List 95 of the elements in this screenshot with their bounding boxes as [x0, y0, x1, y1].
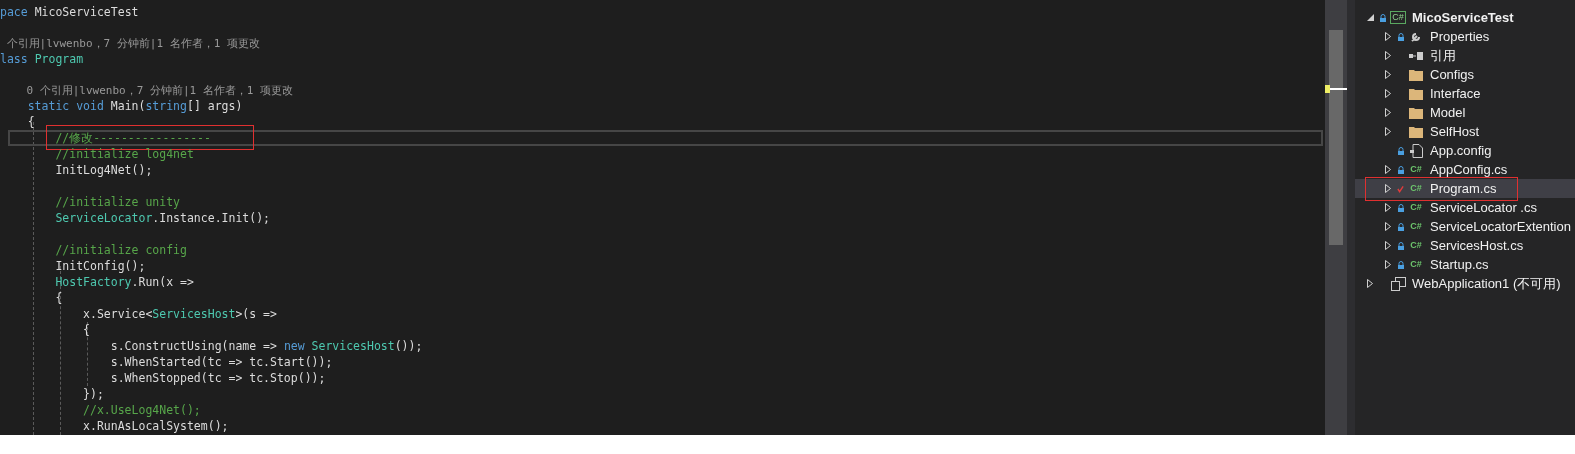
tree-item[interactable]: C# ServicesHost.cs [1355, 236, 1575, 255]
code-line: //initialize log4net [54, 146, 194, 162]
expanded-arrow-icon[interactable] [1366, 14, 1374, 21]
code-line: s.ConstructUsing(name => new ServicesHost()); [109, 338, 423, 354]
tree-item-label: ServicesHost.cs [1430, 236, 1524, 255]
code-line: }); [82, 386, 104, 402]
code-line: InitLog4Net(); [54, 162, 153, 178]
code-line: { [26, 114, 35, 130]
code-line: pace MicoServiceTest [0, 4, 139, 20]
tree-item[interactable]: C# ServiceLocatorExtention [1355, 217, 1575, 236]
tree-item-label: AppConfig.cs [1430, 160, 1508, 179]
tree-item-label: MicoServiceTest [1412, 8, 1514, 27]
collapsed-arrow-icon[interactable] [1385, 32, 1391, 41]
code-line: static void Main(string[] args) [26, 98, 243, 114]
csharp-file-icon: C# [1410, 221, 1422, 232]
csharp-file-icon: C# [1410, 259, 1422, 270]
collapsed-arrow-icon[interactable] [1385, 70, 1391, 79]
tree-item-label: ServiceLocator .cs [1430, 198, 1537, 217]
code-line: x.RunAsLocalSystem(); [82, 418, 229, 434]
tree-item-label: SelfHost [1430, 122, 1480, 141]
collapsed-arrow-icon[interactable] [1385, 89, 1391, 98]
codelens-info: 0 个引用|lvwenbo，7 分钟前|1 名作者，1 项更改 [25, 82, 294, 99]
tree-item-label: Program.cs [1430, 179, 1497, 198]
code-line: //修改----------------- [54, 130, 211, 146]
folder-icon [1409, 87, 1423, 100]
tree-item-label: 引用 [1430, 46, 1456, 65]
tree-item[interactable]: C# Program.cs [1355, 179, 1575, 198]
collapsed-arrow-icon[interactable] [1367, 279, 1373, 288]
collapsed-arrow-icon[interactable] [1385, 222, 1391, 231]
code-line: s.WhenStarted(tc => tc.Start()); [109, 354, 333, 370]
tree-item-label: App.config [1430, 141, 1492, 160]
tree-item[interactable]: SelfHost [1355, 122, 1575, 141]
tree-item-label: Configs [1430, 65, 1475, 84]
code-line: { [54, 290, 63, 306]
folder-icon [1409, 106, 1423, 119]
collapsed-arrow-icon[interactable] [1385, 184, 1391, 193]
checkmark-icon [1397, 184, 1404, 193]
folder-icon [1409, 68, 1423, 81]
tree-item[interactable]: Properties [1355, 27, 1575, 46]
code-line: { [82, 322, 90, 338]
tree-item-label: Model [1430, 103, 1466, 122]
folder-icon [1409, 125, 1423, 138]
config-file-icon [1409, 143, 1423, 158]
csharp-file-icon: C# [1410, 164, 1422, 175]
lock-icon [1397, 203, 1404, 212]
tree-item[interactable]: C# AppConfig.cs [1355, 160, 1575, 179]
lock-icon [1397, 165, 1404, 174]
lock-icon [1397, 222, 1404, 231]
tree-item[interactable]: C# ServiceLocator .cs [1355, 198, 1575, 217]
lock-icon [1379, 13, 1386, 22]
scrollbar-thumb[interactable] [1329, 30, 1343, 245]
tree-item[interactable]: Interface [1355, 84, 1575, 103]
csharp-file-icon: C# [1410, 183, 1422, 194]
collapsed-arrow-icon[interactable] [1385, 241, 1391, 250]
code-line: HostFactory.Run(x => [54, 274, 194, 290]
scrollbar[interactable] [1325, 0, 1347, 435]
collapsed-arrow-icon[interactable] [1385, 51, 1391, 60]
collapsed-arrow-icon[interactable] [1385, 127, 1391, 136]
code-line: //initialize config [54, 242, 187, 258]
tree-item[interactable]: Configs [1355, 65, 1575, 84]
collapsed-arrow-icon[interactable] [1385, 203, 1391, 212]
lock-icon [1397, 32, 1404, 41]
indent-guide [87, 322, 88, 386]
lock-icon [1397, 241, 1404, 250]
collapsed-arrow-icon[interactable] [1385, 260, 1391, 269]
codelens-info: 个引用|lvwenbo，7 分钟前|1 名作者，1 项更改 [5, 35, 260, 52]
csharp-project-icon: C# [1390, 11, 1406, 24]
csharp-file-icon: C# [1410, 202, 1422, 213]
project-icon [1390, 276, 1406, 291]
tree-item[interactable]: 引用 [1355, 46, 1575, 65]
lock-icon [1397, 260, 1404, 269]
tree-item-label: ServiceLocatorExtention [1430, 217, 1571, 236]
tree-item[interactable]: WebApplication1 (不可用) [1355, 274, 1575, 293]
tree-item-label: Properties [1430, 27, 1490, 46]
tree-item[interactable]: Model [1355, 103, 1575, 122]
tree-item-label: Startup.cs [1430, 255, 1489, 274]
code-line: s.WhenStopped(tc => tc.Stop()); [109, 370, 326, 386]
code-line: x.Service<ServicesHost>(s => [82, 306, 277, 322]
lock-icon [1397, 146, 1404, 155]
tree-item[interactable]: App.config [1355, 141, 1575, 160]
code-line: lass Program [0, 51, 84, 67]
tree-item-label: WebApplication1 (不可用) [1412, 274, 1561, 293]
references-icon [1409, 51, 1423, 60]
tree-item[interactable]: C# MicoServiceTest [1355, 8, 1575, 27]
change-marker [1325, 85, 1330, 93]
code-line: InitConfig(); [54, 258, 146, 274]
csharp-file-icon: C# [1410, 240, 1422, 251]
wrench-icon [1409, 30, 1423, 43]
collapsed-arrow-icon[interactable] [1385, 165, 1391, 174]
code-line: //x.UseLog4Net(); [82, 402, 201, 418]
tree-item-label: Interface [1430, 84, 1481, 103]
tree-item[interactable]: C# Startup.cs [1355, 255, 1575, 274]
collapsed-arrow-icon[interactable] [1385, 108, 1391, 117]
code-line: //initialize unity [54, 194, 180, 210]
code-line: ServiceLocator.Instance.Init(); [54, 210, 271, 226]
